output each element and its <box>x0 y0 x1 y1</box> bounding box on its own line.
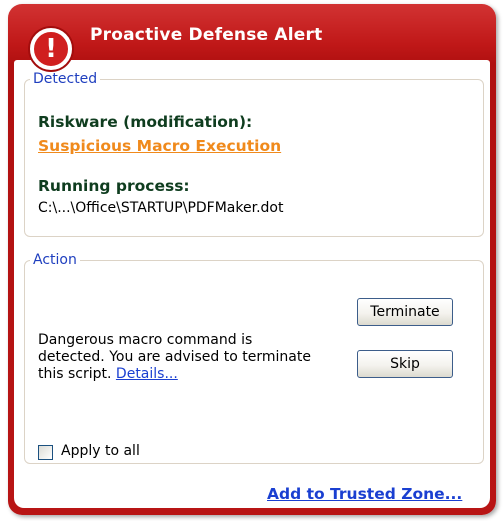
terminate-button[interactable]: Terminate <box>357 298 453 326</box>
threat-type-label: Riskware (modification): <box>38 113 253 131</box>
detected-group: Detected Riskware (modification): Suspic… <box>24 71 484 237</box>
apply-to-all-checkbox[interactable] <box>38 445 53 460</box>
title-bar[interactable]: Proactive Defense Alert <box>8 4 496 60</box>
alert-content-panel: Detected Riskware (modification): Suspic… <box>14 60 490 508</box>
process-path: C:\...\Office\STARTUP\PDFMaker.dot <box>38 200 284 216</box>
action-group: Action Terminate Skip Dangerous macro co… <box>24 252 484 464</box>
running-process-label: Running process: <box>38 177 190 195</box>
action-description: Dangerous macro command is detected. You… <box>38 332 313 383</box>
add-to-trusted-zone-link[interactable]: Add to Trusted Zone... <box>267 485 462 503</box>
action-legend: Action <box>33 252 77 268</box>
apply-to-all-label[interactable]: Apply to all <box>61 443 140 459</box>
window-title: Proactive Defense Alert <box>90 25 323 45</box>
threat-name-link[interactable]: Suspicious Macro Execution <box>38 137 281 155</box>
alert-exclamation-icon: ! <box>30 28 72 70</box>
skip-button[interactable]: Skip <box>357 350 453 378</box>
proactive-defense-alert-window: Proactive Defense Alert ! Detected Riskw… <box>8 4 496 515</box>
details-link[interactable]: Details... <box>116 366 178 382</box>
detected-legend: Detected <box>33 71 98 87</box>
